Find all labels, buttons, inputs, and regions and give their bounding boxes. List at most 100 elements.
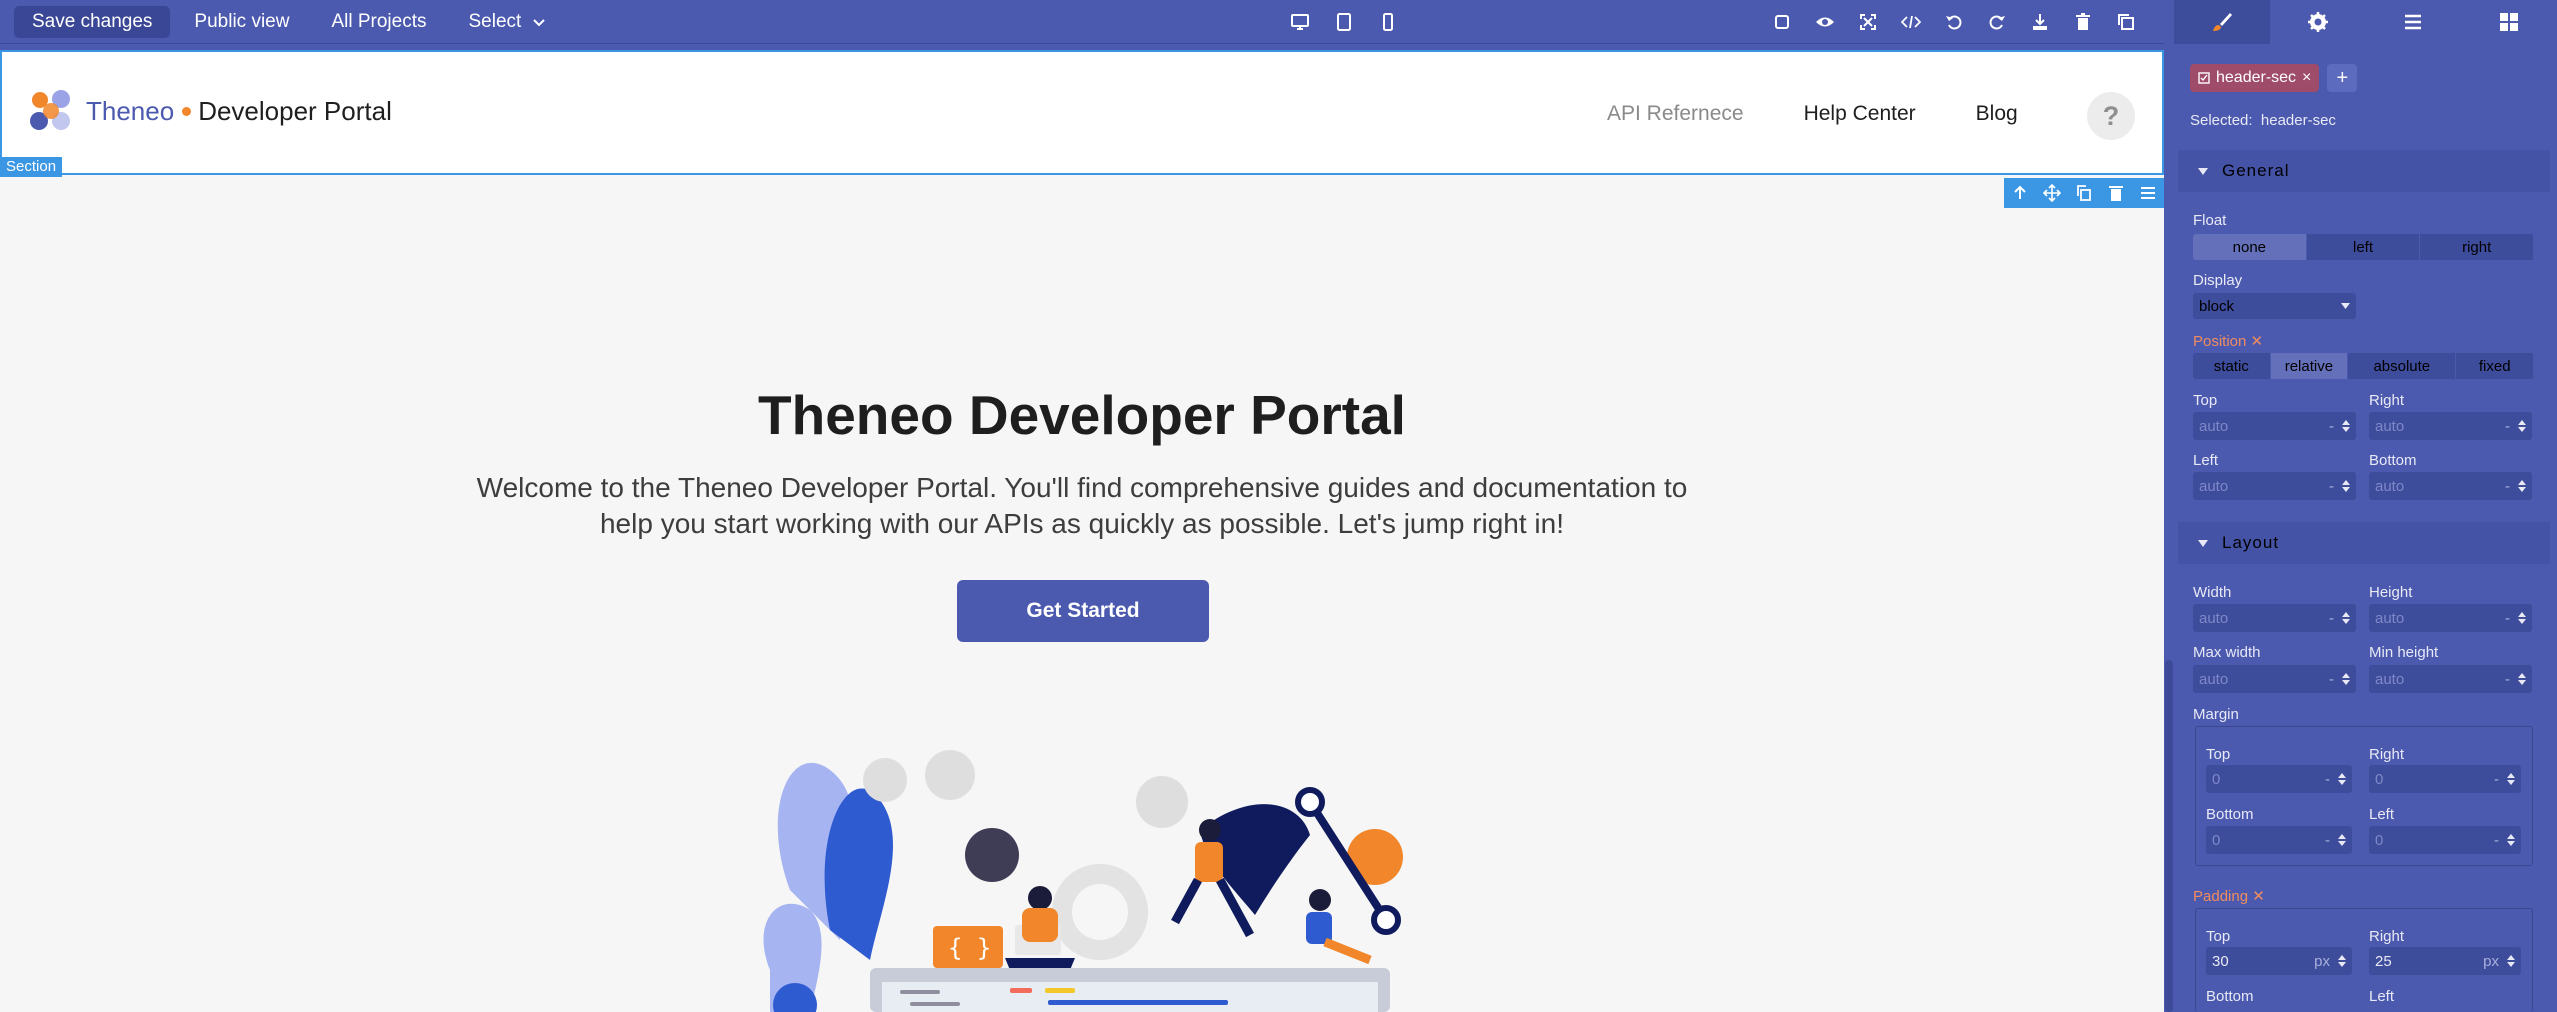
margin-label: Margin bbox=[2193, 706, 2239, 723]
stepper-arrows[interactable] bbox=[2518, 612, 2526, 624]
stepper-arrows[interactable] bbox=[2507, 834, 2515, 846]
all-projects-button[interactable]: All Projects bbox=[313, 6, 444, 38]
theneo-logo-icon bbox=[30, 90, 72, 132]
blocks-icon bbox=[2500, 13, 2519, 31]
margin-right-input[interactable]: 0- bbox=[2369, 765, 2521, 793]
tab-blocks[interactable] bbox=[2461, 0, 2557, 44]
caret-down-icon bbox=[2341, 303, 2350, 309]
scrollbar-thumb[interactable] bbox=[2165, 660, 2173, 1012]
max-width-input[interactable]: auto - bbox=[2193, 665, 2356, 693]
header-section[interactable]: Theneo Developer Portal API Refernece He… bbox=[0, 50, 2164, 175]
arrow-up-icon[interactable] bbox=[2011, 184, 2029, 202]
float-left-option[interactable]: left bbox=[2307, 234, 2421, 260]
layout-section-title: Layout bbox=[2222, 533, 2280, 552]
stepper-arrows[interactable] bbox=[2342, 480, 2350, 492]
padding-right-input[interactable]: 25 px bbox=[2369, 947, 2521, 975]
brand-name: Theneo bbox=[86, 95, 175, 126]
select-label: Select bbox=[468, 11, 522, 32]
unit-dash: - bbox=[2325, 831, 2330, 849]
margin-bottom-input[interactable]: 0- bbox=[2206, 826, 2352, 854]
margin-left-input[interactable]: 0- bbox=[2369, 826, 2521, 854]
checkbox-icon[interactable] bbox=[2198, 72, 2210, 84]
nav-link-help-center[interactable]: Help Center bbox=[1804, 102, 1916, 126]
tab-layer-manager[interactable] bbox=[2366, 0, 2462, 44]
stepper-arrows[interactable] bbox=[2518, 673, 2526, 685]
stepper-arrows[interactable] bbox=[2338, 834, 2346, 846]
clear-padding-icon[interactable]: ✕ bbox=[2252, 888, 2265, 905]
height-input[interactable]: auto - bbox=[2369, 604, 2532, 632]
height-value: auto bbox=[2375, 609, 2405, 627]
position-fixed-option[interactable]: fixed bbox=[2456, 353, 2534, 379]
float-none-option[interactable]: none bbox=[2193, 234, 2307, 260]
undo-button[interactable] bbox=[1938, 6, 1970, 38]
save-changes-button[interactable]: Save changes bbox=[14, 6, 171, 38]
editor-toolbar: Save changes Public view All Projects Se… bbox=[0, 0, 2164, 44]
hero-subtitle: Welcome to the Theneo Developer Portal. … bbox=[470, 470, 1694, 542]
padding-top-value: 30 bbox=[2212, 952, 2229, 970]
stepper-arrows[interactable] bbox=[2507, 773, 2515, 785]
stepper-arrows[interactable] bbox=[2342, 420, 2350, 432]
stepper-arrows[interactable] bbox=[2518, 420, 2526, 432]
clone-icon[interactable] bbox=[2075, 184, 2093, 202]
stepper-arrows[interactable] bbox=[2342, 673, 2350, 685]
fullscreen-button[interactable] bbox=[1852, 6, 1884, 38]
tab-style-manager[interactable] bbox=[2174, 0, 2270, 44]
caret-down-icon bbox=[2198, 539, 2208, 547]
add-selector-button[interactable]: + bbox=[2327, 64, 2358, 92]
import-button[interactable] bbox=[2024, 6, 2056, 38]
position-bottom-input[interactable]: auto - bbox=[2369, 472, 2532, 500]
layout-section-header[interactable]: Layout bbox=[2178, 522, 2550, 564]
position-static-option[interactable]: static bbox=[2193, 353, 2271, 379]
padding-top-input[interactable]: 30 px bbox=[2206, 947, 2352, 975]
copy-button[interactable] bbox=[2110, 6, 2142, 38]
stepper-arrows[interactable] bbox=[2338, 955, 2346, 967]
stepper-arrows[interactable] bbox=[2342, 612, 2350, 624]
remove-tag-icon[interactable]: × bbox=[2302, 69, 2311, 87]
nav-link-blog[interactable]: Blog bbox=[1976, 102, 2018, 126]
position-right-input[interactable]: auto - bbox=[2369, 412, 2532, 440]
preview-button[interactable] bbox=[1809, 6, 1841, 38]
menu-icon[interactable] bbox=[2139, 184, 2157, 202]
clear-canvas-button[interactable] bbox=[2067, 6, 2099, 38]
site-logo[interactable]: Theneo Developer Portal bbox=[30, 90, 392, 132]
move-icon[interactable] bbox=[2043, 184, 2061, 202]
float-right-option[interactable]: right bbox=[2420, 234, 2534, 260]
get-started-button[interactable]: Get Started bbox=[957, 580, 1209, 642]
public-view-button[interactable]: Public view bbox=[176, 6, 307, 38]
hero-illustration: { } bbox=[763, 750, 1403, 1012]
nav-link-api-reference[interactable]: API Refernece bbox=[1607, 102, 1744, 126]
editor-canvas[interactable]: Theneo Developer Portal API Refernece He… bbox=[0, 50, 2164, 1012]
help-icon[interactable]: ? bbox=[2087, 92, 2135, 140]
stepper-arrows[interactable] bbox=[2338, 773, 2346, 785]
tablet-view-button[interactable] bbox=[1328, 6, 1360, 38]
position-relative-option[interactable]: relative bbox=[2270, 353, 2349, 379]
copy-icon bbox=[2118, 14, 2134, 30]
canvas-scrollbar[interactable] bbox=[2164, 50, 2174, 1012]
tab-settings[interactable] bbox=[2270, 0, 2366, 44]
position-left-input[interactable]: auto - bbox=[2193, 472, 2356, 500]
margin-top-input[interactable]: 0- bbox=[2206, 765, 2352, 793]
position-absolute-option[interactable]: absolute bbox=[2348, 353, 2457, 379]
position-label-text: Position bbox=[2193, 333, 2247, 350]
position-left-value: auto bbox=[2199, 477, 2229, 495]
selector-tag[interactable]: header-sec × bbox=[2190, 64, 2320, 92]
toggle-borders-button[interactable] bbox=[1766, 6, 1798, 38]
select-dropdown[interactable]: Select bbox=[451, 6, 566, 38]
stepper-arrows[interactable] bbox=[2518, 480, 2526, 492]
mobile-view-button[interactable] bbox=[1372, 6, 1404, 38]
position-radio-group: static relative absolute fixed bbox=[2193, 353, 2534, 379]
min-height-input[interactable]: auto - bbox=[2369, 665, 2532, 693]
margin-right-label: Right bbox=[2369, 746, 2405, 763]
general-section-header[interactable]: General bbox=[2178, 150, 2550, 192]
stepper-arrows[interactable] bbox=[2507, 955, 2515, 967]
desktop-view-button[interactable] bbox=[1284, 6, 1316, 38]
clear-position-icon[interactable]: ✕ bbox=[2251, 333, 2264, 350]
position-top-input[interactable]: auto - bbox=[2193, 412, 2356, 440]
unit-dash: - bbox=[2329, 417, 2334, 435]
code-view-button[interactable] bbox=[1895, 6, 1927, 38]
redo-button[interactable] bbox=[1981, 6, 2013, 38]
delete-icon[interactable] bbox=[2107, 184, 2125, 202]
display-select[interactable]: block bbox=[2193, 293, 2356, 319]
padding-right-value: 25 bbox=[2375, 952, 2392, 970]
width-input[interactable]: auto - bbox=[2193, 604, 2356, 632]
